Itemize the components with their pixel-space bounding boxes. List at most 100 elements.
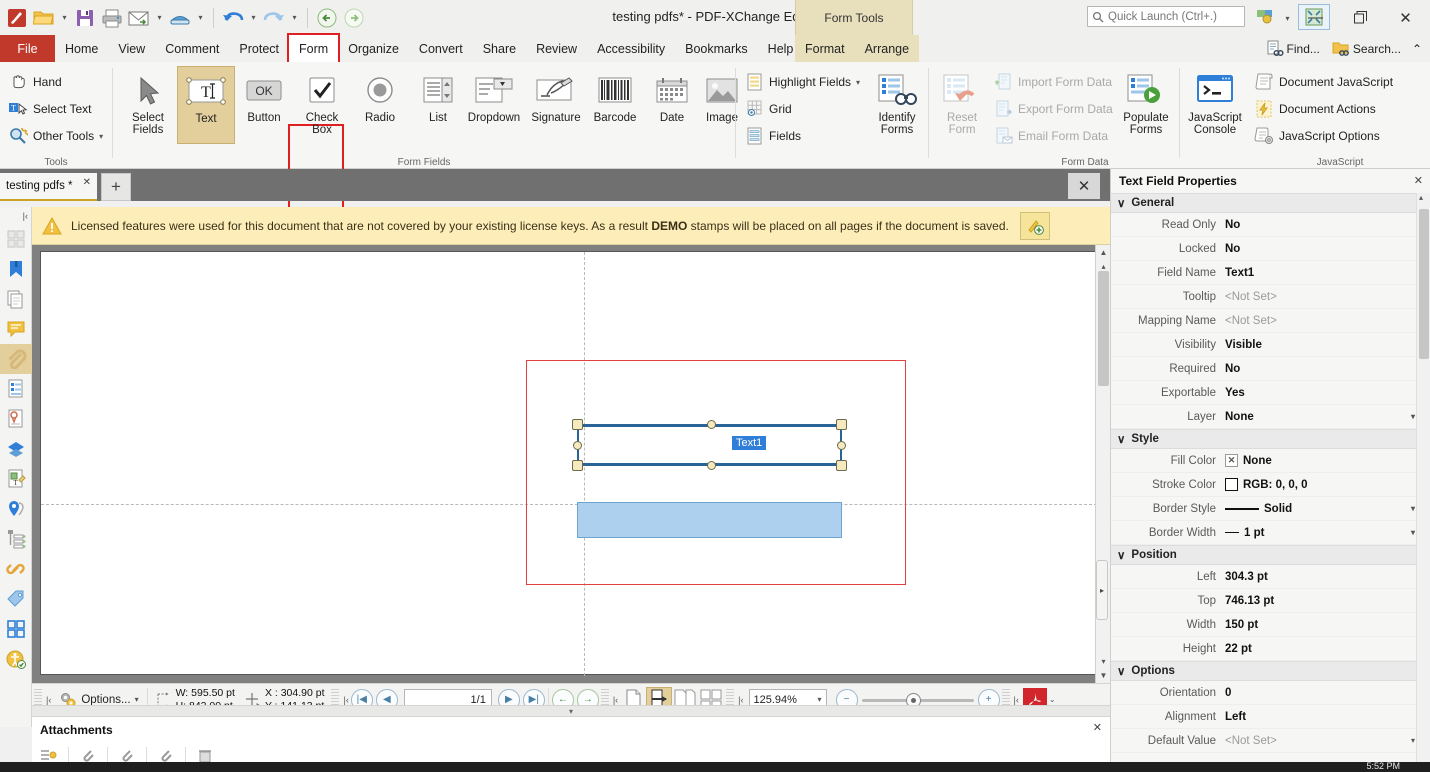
hand-tool-button[interactable]: Hand	[4, 70, 66, 94]
chevron-down-icon[interactable]: ▾	[99, 132, 103, 141]
property-row-border-width[interactable]: Border Width 1 pt ▾	[1111, 521, 1430, 545]
find-button[interactable]: Find...	[1261, 40, 1325, 58]
property-row-tooltip[interactable]: Tooltip <Not Set>	[1111, 285, 1430, 309]
document-tab-testing-pdfs[interactable]: testing pdfs * ✕	[0, 173, 97, 201]
list-field-button[interactable]: List	[409, 66, 467, 144]
close-panel-button[interactable]: ✕	[1068, 173, 1100, 199]
highlighted-form-field[interactable]	[577, 502, 842, 538]
document-javascript-button[interactable]: Document JavaScript	[1250, 70, 1397, 94]
property-row-stroke-color[interactable]: Stroke Color RGB: 0, 0, 0	[1111, 473, 1430, 497]
collapse-view-toolbar-icon[interactable]: |‹	[611, 695, 620, 705]
property-row-visibility[interactable]: Visibility Visible	[1111, 333, 1430, 357]
app-logo-icon[interactable]	[4, 4, 30, 32]
collapse-ribbon-button[interactable]: ⌃	[1408, 42, 1426, 56]
menu-item-accessibility[interactable]: Accessibility	[587, 35, 675, 62]
dropdown-field-button[interactable]: Dropdown	[463, 66, 525, 144]
menu-item-format[interactable]: Format	[795, 35, 855, 62]
properties-scrollbar[interactable]: ▴ ▾	[1416, 193, 1430, 772]
property-row-field-name[interactable]: Field Name Text1	[1111, 261, 1430, 285]
attachments-icon[interactable]	[0, 344, 32, 374]
properties-section-style[interactable]: ∨ Style	[1111, 429, 1430, 449]
select-fields-button[interactable]: Select Fields	[119, 66, 177, 144]
property-row-top[interactable]: Top 746.13 pt	[1111, 589, 1430, 613]
email-icon[interactable]	[126, 4, 152, 32]
properties-section-general[interactable]: ∨ General	[1111, 193, 1430, 213]
accessibility-check-icon[interactable]	[0, 644, 32, 674]
resize-handle-middle-right[interactable]	[837, 441, 846, 450]
undo-icon[interactable]	[220, 4, 246, 32]
scan-dropdown-caret-icon[interactable]: ▾	[194, 4, 207, 32]
check-box-field-button[interactable]: Check Box	[293, 66, 351, 144]
pages-icon[interactable]	[0, 284, 32, 314]
javascript-console-button[interactable]: JavaScript Console	[1184, 66, 1246, 144]
text-field-button[interactable]: T Text	[177, 66, 235, 144]
resize-handle-top-right[interactable]	[836, 419, 847, 430]
document-viewport[interactable]: Text1 ▲ ▴ ▾ ▼ ▸	[32, 245, 1110, 683]
collapse-toolbar-icon[interactable]: |‹	[44, 695, 53, 705]
comments-icon[interactable]	[0, 314, 32, 344]
fields-panel-icon[interactable]	[0, 374, 32, 404]
chevron-down-icon[interactable]: ▾	[818, 695, 822, 704]
tags-icon[interactable]	[0, 584, 32, 614]
email-dropdown-caret-icon[interactable]: ▾	[153, 4, 166, 32]
menu-item-form[interactable]: Form	[287, 33, 341, 64]
selected-text-field[interactable]: Text1	[572, 419, 847, 471]
close-icon[interactable]: ✕	[83, 177, 91, 188]
chevron-down-icon[interactable]: ▾	[1411, 528, 1415, 537]
properties-section-position[interactable]: ∨ Position	[1111, 545, 1430, 565]
barcode-field-button[interactable]: Barcode	[587, 66, 643, 144]
select-text-button[interactable]: T Select Text	[4, 97, 95, 121]
property-row-fill-color[interactable]: Fill Color ✕ None	[1111, 449, 1430, 473]
collapse-nav-toolbar-icon[interactable]: |‹	[341, 695, 350, 705]
scrollbar-thumb[interactable]	[1098, 271, 1109, 386]
property-row-mapping-name[interactable]: Mapping Name <Not Set>	[1111, 309, 1430, 333]
property-row-height[interactable]: Height 22 pt	[1111, 637, 1430, 661]
stamps-icon[interactable]: T	[0, 464, 32, 494]
menu-item-comment[interactable]: Comment	[155, 35, 229, 62]
close-icon[interactable]: ✕	[1093, 721, 1102, 734]
collapse-rail-button[interactable]: |‹	[0, 207, 31, 224]
close-button[interactable]: ✕	[1383, 0, 1428, 35]
menu-item-arrange[interactable]: Arrange	[854, 35, 920, 62]
menu-item-review[interactable]: Review	[526, 35, 587, 62]
add-license-key-button[interactable]	[1020, 212, 1050, 240]
bookmarks-icon[interactable]	[0, 254, 32, 284]
property-row-width[interactable]: Width 150 pt	[1111, 613, 1430, 637]
restore-button[interactable]	[1338, 0, 1383, 35]
chevron-down-icon[interactable]: ▾	[135, 695, 139, 704]
expand-panel-handle[interactable]: ▸	[1096, 560, 1108, 620]
javascript-options-button[interactable]: JavaScript Options	[1250, 124, 1384, 148]
export-form-data-button[interactable]: Export Form Data	[991, 97, 1117, 121]
menu-item-convert[interactable]: Convert	[409, 35, 473, 62]
property-row-required[interactable]: Required No	[1111, 357, 1430, 381]
menu-item-home[interactable]: Home	[55, 35, 108, 62]
property-row-read-only[interactable]: Read Only No	[1111, 213, 1430, 237]
chevron-down-icon[interactable]: ▾	[856, 78, 860, 87]
chevron-down-icon[interactable]: ▾	[1411, 412, 1415, 421]
pdf-page[interactable]: Text1	[40, 251, 1097, 676]
menu-item-file[interactable]: File	[0, 35, 55, 62]
close-icon[interactable]: ✕	[1414, 174, 1423, 187]
search-button[interactable]: Search...	[1327, 40, 1406, 58]
undo-dropdown-caret-icon[interactable]: ▾	[247, 4, 260, 32]
resize-handle-bottom-right[interactable]	[836, 460, 847, 471]
document-actions-button[interactable]: Document Actions	[1250, 97, 1380, 121]
highlight-fields-button[interactable]: Highlight Fields ▾	[742, 70, 864, 94]
reset-form-button[interactable]: Reset Form	[933, 66, 991, 144]
quick-launch-input[interactable]: Quick Launch (Ctrl+.)	[1087, 6, 1245, 27]
property-row-exportable[interactable]: Exportable Yes	[1111, 381, 1430, 405]
chevron-down-icon[interactable]: ▾	[1411, 736, 1415, 745]
resize-handle-bottom-center[interactable]	[707, 461, 716, 470]
properties-section-options[interactable]: ∨ Options	[1111, 661, 1430, 681]
print-icon[interactable]	[99, 4, 125, 32]
menu-item-share[interactable]: Share	[473, 35, 526, 62]
property-row-orientation[interactable]: Orientation 0	[1111, 681, 1430, 705]
scroll-down-icon[interactable]: ▾	[1096, 654, 1111, 669]
customize-toolbar-icon[interactable]	[1250, 4, 1282, 30]
grid-button[interactable]: Grid	[742, 97, 796, 121]
button-field-button[interactable]: OK Button	[235, 66, 293, 144]
collapse-export-toolbar-icon[interactable]: |‹	[1012, 695, 1021, 705]
order-icon[interactable]	[0, 614, 32, 644]
menu-item-view[interactable]: View	[108, 35, 155, 62]
scroll-top-icon[interactable]: ▲	[1096, 245, 1111, 260]
